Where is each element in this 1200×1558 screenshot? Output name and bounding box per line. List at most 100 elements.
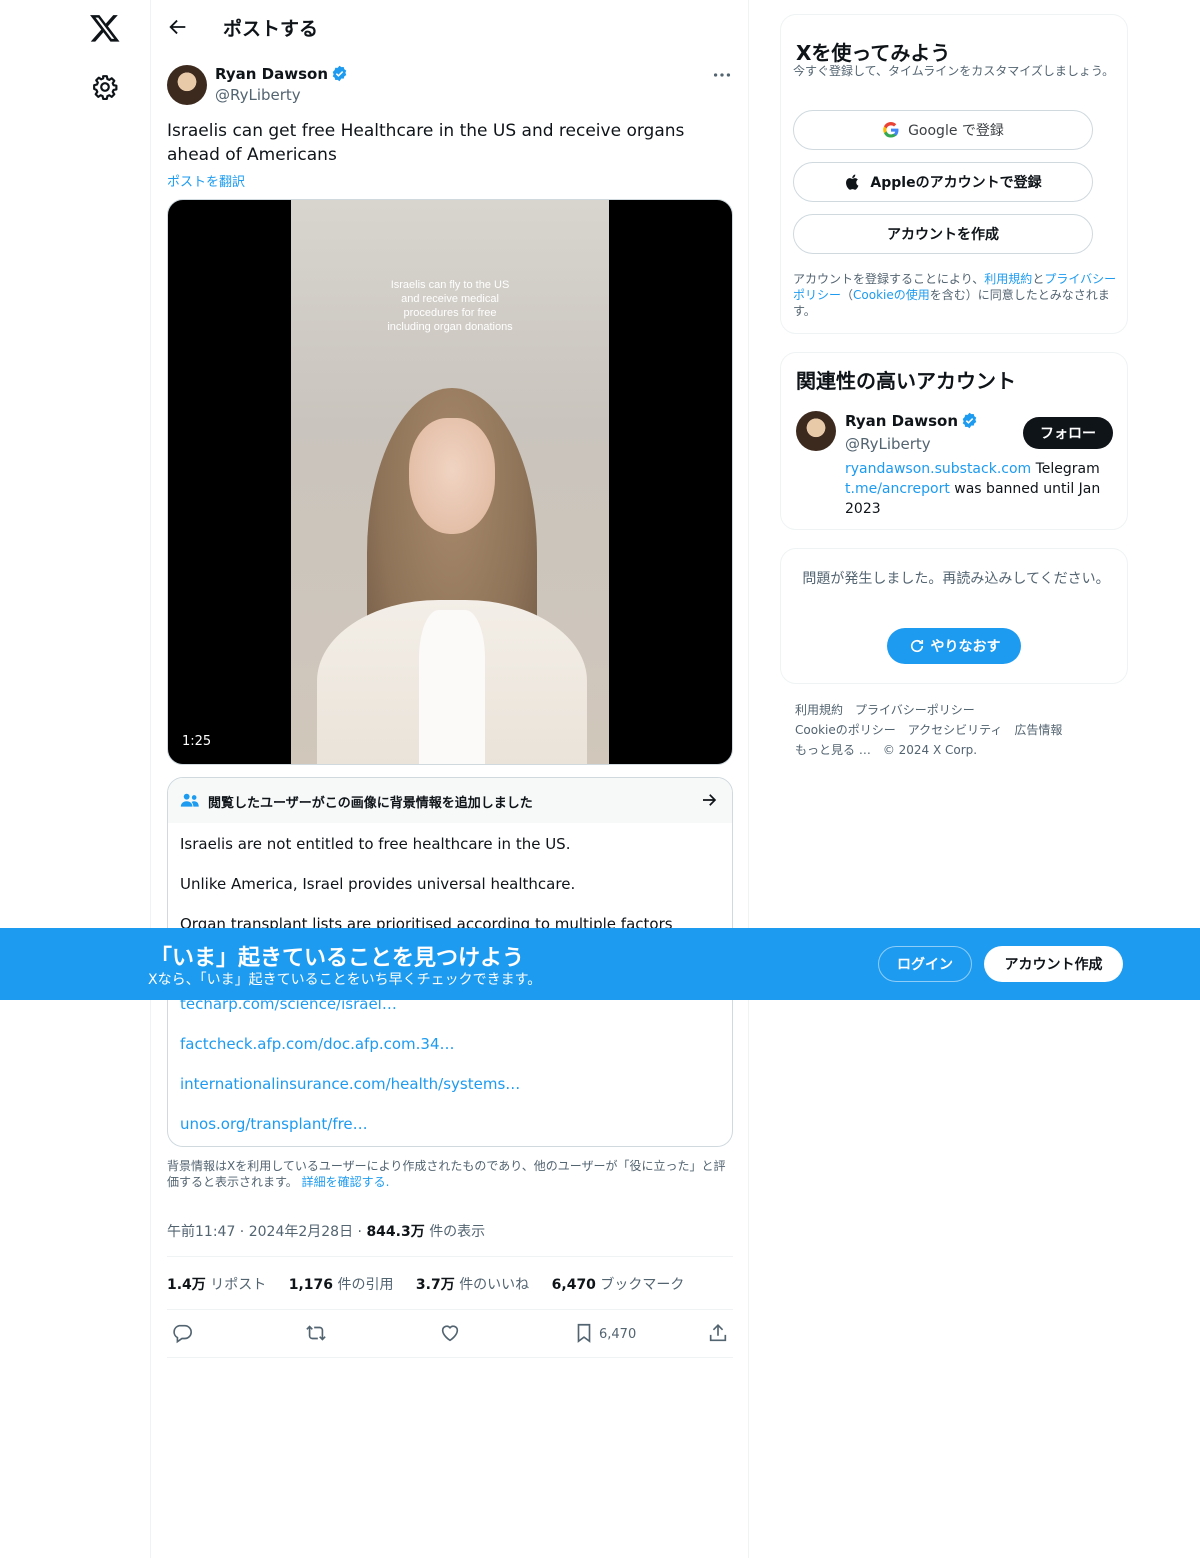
bio-link-telegram[interactable]: t.me/ancreport: [845, 481, 950, 497]
google-signup-label: Google で登録: [908, 123, 1004, 139]
share-icon[interactable]: [707, 1322, 729, 1344]
relevant-account-name[interactable]: Ryan Dawson: [845, 412, 978, 430]
back-arrow-icon[interactable]: [167, 16, 189, 38]
community-note-paragraph: Israelis are not entitled to free health…: [180, 835, 571, 853]
page-header: ポストする: [151, 0, 750, 54]
terms-link[interactable]: 利用規約: [984, 272, 1032, 286]
apple-signup-label: Appleのアカウントで登録: [870, 175, 1042, 191]
relevant-account-name-text[interactable]: Ryan Dawson: [845, 412, 958, 430]
verified-badge-icon: [962, 412, 977, 429]
banner-subtitle: Xなら、「いま」起きていることをいち早くチェックできます。: [148, 972, 542, 988]
post-date[interactable]: 2024年2月28日: [249, 1224, 353, 1240]
more-options-icon[interactable]: [711, 66, 733, 84]
video-caption-line: and receive medical: [401, 293, 499, 305]
x-logo-icon[interactable]: [89, 12, 121, 44]
reposts-stat[interactable]: 1.4万 リポスト: [167, 1277, 266, 1293]
legal-text: アカウントを登録することにより、利用規約とプライバシーポリシー（Cookieの使…: [793, 271, 1123, 319]
left-navigation: [0, 0, 150, 1558]
footer-link[interactable]: プライバシーポリシー: [855, 703, 975, 717]
signup-banner: 「いま」起きていることを見つけよう Xなら、「いま」起きていることをいち早くチェ…: [0, 928, 1200, 1000]
community-note-link[interactable]: unos.org/transplant/fre…: [180, 1115, 368, 1133]
signup-title: Xを使ってみよう: [796, 41, 951, 65]
video-frame: Israelis can fly to the US and receive m…: [291, 200, 609, 764]
settings-gear-icon[interactable]: [92, 74, 118, 100]
error-card: 問題が発生しました。再読み込みしてください。 やりなおす: [780, 548, 1128, 684]
apple-icon: [846, 174, 859, 190]
community-note-link[interactable]: internationalinsurance.com/health/system…: [180, 1075, 520, 1093]
video-duration: 1:25: [182, 734, 212, 749]
retry-label: やりなおす: [930, 638, 1001, 654]
signup-subtitle: 今すぐ登録して、タイムラインをカスタマイズしましょう。: [793, 64, 1115, 78]
relevant-accounts-card: 関連性の高いアカウント Ryan Dawson @RyLiberty フォロー …: [780, 352, 1128, 530]
author-avatar[interactable]: [167, 65, 207, 105]
repost-icon[interactable]: [305, 1322, 327, 1344]
google-icon: [883, 121, 899, 138]
likes-stat[interactable]: 3.7万 件のいいね: [416, 1277, 529, 1293]
post-meta: 午前11:47 · 2024年2月28日 · 844.3万 件の表示: [167, 1224, 486, 1240]
footer-link[interactable]: 広告情報: [1014, 723, 1062, 737]
create-account-label: アカウントを作成: [887, 227, 999, 243]
translate-post-link[interactable]: ポストを翻訳: [167, 171, 245, 190]
legal-and: と: [1032, 272, 1045, 286]
community-note-link[interactable]: factcheck.afp.com/doc.afp.com.34…: [180, 1035, 455, 1053]
author-name[interactable]: Ryan Dawson: [215, 65, 348, 83]
legal-open: （: [841, 288, 854, 302]
community-note-header[interactable]: 閲覧したユーザーがこの画像に背景情報を追加しました: [168, 778, 732, 823]
video-caption-line: Israelis can fly to the US: [390, 279, 510, 291]
bio-text: Telegram: [1031, 461, 1100, 477]
divider: [167, 1256, 733, 1257]
login-button[interactable]: ログイン: [878, 946, 972, 982]
video-caption: Israelis can fly to the US and receive m…: [291, 278, 609, 334]
author-handle[interactable]: @RyLiberty: [215, 86, 301, 104]
video-player[interactable]: Israelis can fly to the US and receive m…: [167, 199, 733, 765]
create-account-button[interactable]: アカウントを作成: [793, 214, 1093, 254]
quotes-stat[interactable]: 1,176 件の引用: [289, 1277, 394, 1293]
community-note-footer-text: 背景情報はXを利用しているユーザーにより作成されたものであり、他のユーザーが「役…: [167, 1159, 726, 1189]
relevant-account-handle[interactable]: @RyLiberty: [845, 435, 931, 453]
follow-button[interactable]: フォロー: [1023, 417, 1113, 449]
bookmarks-stat[interactable]: 6,470 ブックマーク: [552, 1277, 685, 1293]
video-caption-line: including organ donations: [387, 321, 513, 333]
footer-link[interactable]: アクセシビリティ: [908, 723, 1003, 737]
bookmark-count: 6,470: [599, 1327, 637, 1342]
retry-button[interactable]: やりなおす: [887, 628, 1021, 664]
learn-more-link[interactable]: 詳細を確認する.: [302, 1175, 390, 1189]
video-subject-shirt: [419, 610, 485, 764]
author-name-text[interactable]: Ryan Dawson: [215, 65, 328, 83]
video-subject-face: [409, 418, 495, 534]
post-time[interactable]: 午前11:47: [167, 1224, 235, 1240]
people-icon: [180, 793, 199, 807]
page-title: ポストする: [223, 18, 319, 40]
relevant-account-bio: ryandawson.substack.com Telegram t.me/an…: [845, 459, 1115, 519]
bookmark-icon[interactable]: [573, 1322, 595, 1344]
footer-link[interactable]: もっと見る …: [795, 743, 871, 757]
apple-signup-button[interactable]: Appleのアカウントで登録: [793, 162, 1093, 202]
footer-link[interactable]: 利用規約: [795, 703, 843, 717]
video-caption-line: procedures for free: [403, 307, 497, 319]
relevant-accounts-title: 関連性の高いアカウント: [796, 369, 1016, 393]
legal-prefix: アカウントを登録することにより、: [793, 272, 985, 286]
reply-icon[interactable]: [171, 1322, 193, 1344]
footer-row: 利用規約 プライバシーポリシー: [795, 700, 1125, 720]
verified-badge-icon: [332, 65, 347, 82]
signup-button[interactable]: アカウント作成: [984, 946, 1123, 982]
community-note-footer: 背景情報はXを利用しているユーザーにより作成されたものであり、他のユーザーが「役…: [167, 1158, 733, 1190]
google-signup-button[interactable]: Google で登録: [793, 110, 1093, 150]
cookie-link[interactable]: Cookieの使用: [853, 288, 930, 302]
bio-link-substack[interactable]: ryandawson.substack.com: [845, 461, 1031, 477]
arrow-right-icon[interactable]: [700, 791, 718, 809]
copyright: © 2024 X Corp.: [882, 743, 978, 757]
relevant-account-avatar[interactable]: [796, 411, 836, 451]
banner-title: 「いま」起きていることを見つけよう: [150, 946, 525, 971]
footer-row: もっと見る … © 2024 X Corp.: [795, 740, 1125, 760]
footer-link[interactable]: Cookieのポリシー: [795, 723, 896, 737]
divider: [167, 1357, 733, 1358]
signup-card: Xを使ってみよう 今すぐ登録して、タイムラインをカスタマイズしましょう。 Goo…: [780, 14, 1128, 334]
error-message: 問題が発生しました。再読み込みしてください。: [802, 571, 1110, 587]
post-text: Israelis can get free Healthcare in the …: [167, 121, 685, 165]
like-heart-icon[interactable]: [439, 1322, 461, 1344]
views-label: 件の表示: [429, 1224, 486, 1240]
main-column: ポストする Ryan Dawson @RyLiberty Israelis ca…: [150, 0, 749, 1558]
views-count: 844.3万: [366, 1224, 425, 1240]
refresh-icon: [910, 639, 923, 653]
